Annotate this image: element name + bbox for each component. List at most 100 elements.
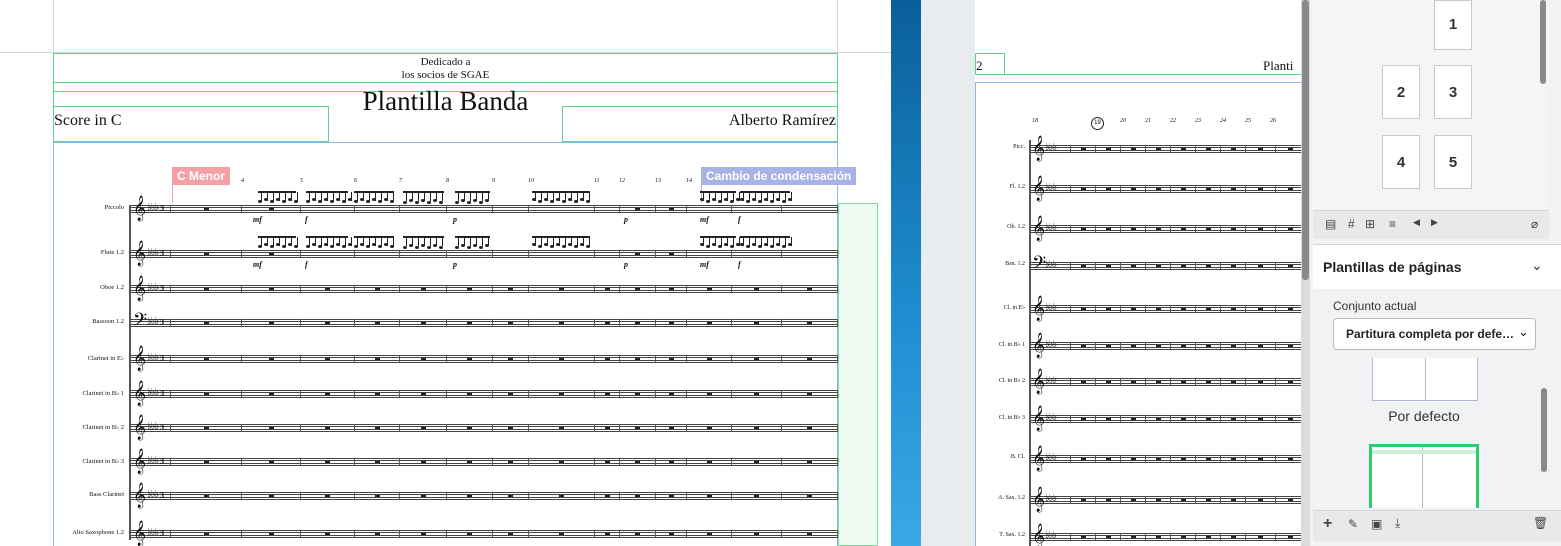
whole-rest[interactable] <box>559 358 564 360</box>
chevron-down-icon[interactable]: ⌄ <box>1531 257 1543 274</box>
note-head[interactable] <box>427 246 431 249</box>
whole-rest[interactable] <box>1130 381 1136 383</box>
note-head[interactable] <box>455 246 459 249</box>
whole-rest[interactable] <box>807 461 812 463</box>
whole-rest[interactable] <box>420 495 426 497</box>
clear-icon[interactable]: ⌀ <box>1531 217 1538 231</box>
pages-scrollbar-thumb[interactable] <box>1540 0 1546 84</box>
whole-rest[interactable] <box>467 288 472 290</box>
whole-rest[interactable] <box>668 253 674 255</box>
whole-rest[interactable] <box>1105 265 1111 267</box>
whole-rest[interactable] <box>668 208 674 210</box>
whole-rest[interactable] <box>1155 418 1161 420</box>
instrument-name[interactable]: Alto Saxophone 1.2 <box>40 529 124 536</box>
whole-rest[interactable] <box>1080 188 1086 190</box>
whole-rest[interactable] <box>635 495 640 497</box>
whole-rest[interactable] <box>604 288 610 290</box>
whole-rest[interactable] <box>706 393 712 395</box>
whole-rest[interactable] <box>374 393 380 395</box>
whole-rest[interactable] <box>1130 148 1136 150</box>
whole-rest[interactable] <box>1130 536 1136 538</box>
whole-rest[interactable] <box>203 393 209 395</box>
whole-rest[interactable] <box>559 461 564 463</box>
whole-rest[interactable] <box>1080 381 1086 383</box>
whole-rest[interactable] <box>1105 188 1111 190</box>
condensation-signpost[interactable]: Cambio de condensación <box>701 167 857 185</box>
whole-rest[interactable] <box>1288 381 1293 383</box>
whole-rest[interactable] <box>807 533 812 535</box>
whole-rest[interactable] <box>203 427 209 429</box>
whole-rest[interactable] <box>1155 381 1161 383</box>
whole-rest[interactable] <box>1155 228 1161 230</box>
whole-rest[interactable] <box>604 427 610 429</box>
whole-rest[interactable] <box>467 393 472 395</box>
whole-rest[interactable] <box>1288 188 1293 190</box>
whole-rest[interactable] <box>1258 148 1263 150</box>
whole-rest[interactable] <box>1130 458 1136 460</box>
whole-rest[interactable] <box>706 322 712 324</box>
whole-rest[interactable] <box>1105 381 1111 383</box>
whole-rest[interactable] <box>1180 458 1186 460</box>
whole-rest[interactable] <box>668 495 674 497</box>
whole-rest[interactable] <box>635 288 640 290</box>
whole-rest[interactable] <box>1080 308 1086 310</box>
rehearsal-mark[interactable]: 19 <box>1091 117 1104 130</box>
panel-scrollbar-thumb[interactable] <box>1302 0 1309 280</box>
whole-rest[interactable] <box>374 495 380 497</box>
whole-rest[interactable] <box>1230 499 1236 501</box>
whole-rest[interactable] <box>1180 381 1186 383</box>
note-head[interactable] <box>403 246 407 249</box>
instrument-name[interactable]: Cl. in B♭ 1 <box>975 341 1025 348</box>
whole-rest[interactable] <box>1288 308 1293 310</box>
whole-rest[interactable] <box>706 533 712 535</box>
whole-rest[interactable] <box>1205 536 1211 538</box>
whole-rest[interactable] <box>635 208 640 210</box>
page-thumbnail-1[interactable]: 1 <box>1434 0 1472 50</box>
whole-rest[interactable] <box>1105 228 1111 230</box>
whole-rest[interactable] <box>467 358 472 360</box>
whole-rest[interactable] <box>604 461 610 463</box>
whole-rest[interactable] <box>1258 188 1263 190</box>
whole-rest[interactable] <box>1230 265 1236 267</box>
whole-rest[interactable] <box>807 495 812 497</box>
whole-rest[interactable] <box>1180 265 1186 267</box>
whole-rest[interactable] <box>754 322 759 324</box>
whole-rest[interactable] <box>559 393 564 395</box>
whole-rest[interactable] <box>1080 345 1086 347</box>
whole-rest[interactable] <box>807 427 812 429</box>
whole-rest[interactable] <box>1288 536 1293 538</box>
score-page-1[interactable]: Dedicado a los socios de SGAE Plantilla … <box>0 0 891 546</box>
whole-rest[interactable] <box>1105 345 1111 347</box>
whole-rest[interactable] <box>807 288 812 290</box>
instrument-name[interactable]: Flute 1.2 <box>40 249 124 256</box>
whole-rest[interactable] <box>203 358 209 360</box>
whole-rest[interactable] <box>1080 148 1086 150</box>
whole-rest[interactable] <box>668 322 674 324</box>
instrument-name[interactable]: Clarinet in B♭ 1 <box>40 389 124 397</box>
whole-rest[interactable] <box>1130 499 1136 501</box>
frame-icon[interactable]: ⊞ <box>1365 217 1375 231</box>
whole-rest[interactable] <box>1080 265 1086 267</box>
whole-rest[interactable] <box>706 427 712 429</box>
whole-rest[interactable] <box>467 322 472 324</box>
whole-rest[interactable] <box>420 322 426 324</box>
whole-rest[interactable] <box>420 288 426 290</box>
whole-rest[interactable] <box>467 427 472 429</box>
whole-rest[interactable] <box>1130 308 1136 310</box>
whole-rest[interactable] <box>1230 381 1236 383</box>
whole-rest[interactable] <box>508 427 513 429</box>
whole-rest[interactable] <box>635 322 640 324</box>
whole-rest[interactable] <box>268 461 274 463</box>
whole-rest[interactable] <box>268 533 274 535</box>
whole-rest[interactable] <box>754 495 759 497</box>
whole-rest[interactable] <box>1288 458 1293 460</box>
whole-rest[interactable] <box>1155 308 1161 310</box>
whole-rest[interactable] <box>1205 265 1211 267</box>
note-head[interactable] <box>415 201 419 204</box>
whole-rest[interactable] <box>1205 188 1211 190</box>
whole-rest[interactable] <box>1258 228 1263 230</box>
whole-rest[interactable] <box>1130 228 1136 230</box>
whole-rest[interactable] <box>1230 345 1236 347</box>
add-icon[interactable]: + <box>1323 515 1332 533</box>
whole-rest[interactable] <box>1155 536 1161 538</box>
